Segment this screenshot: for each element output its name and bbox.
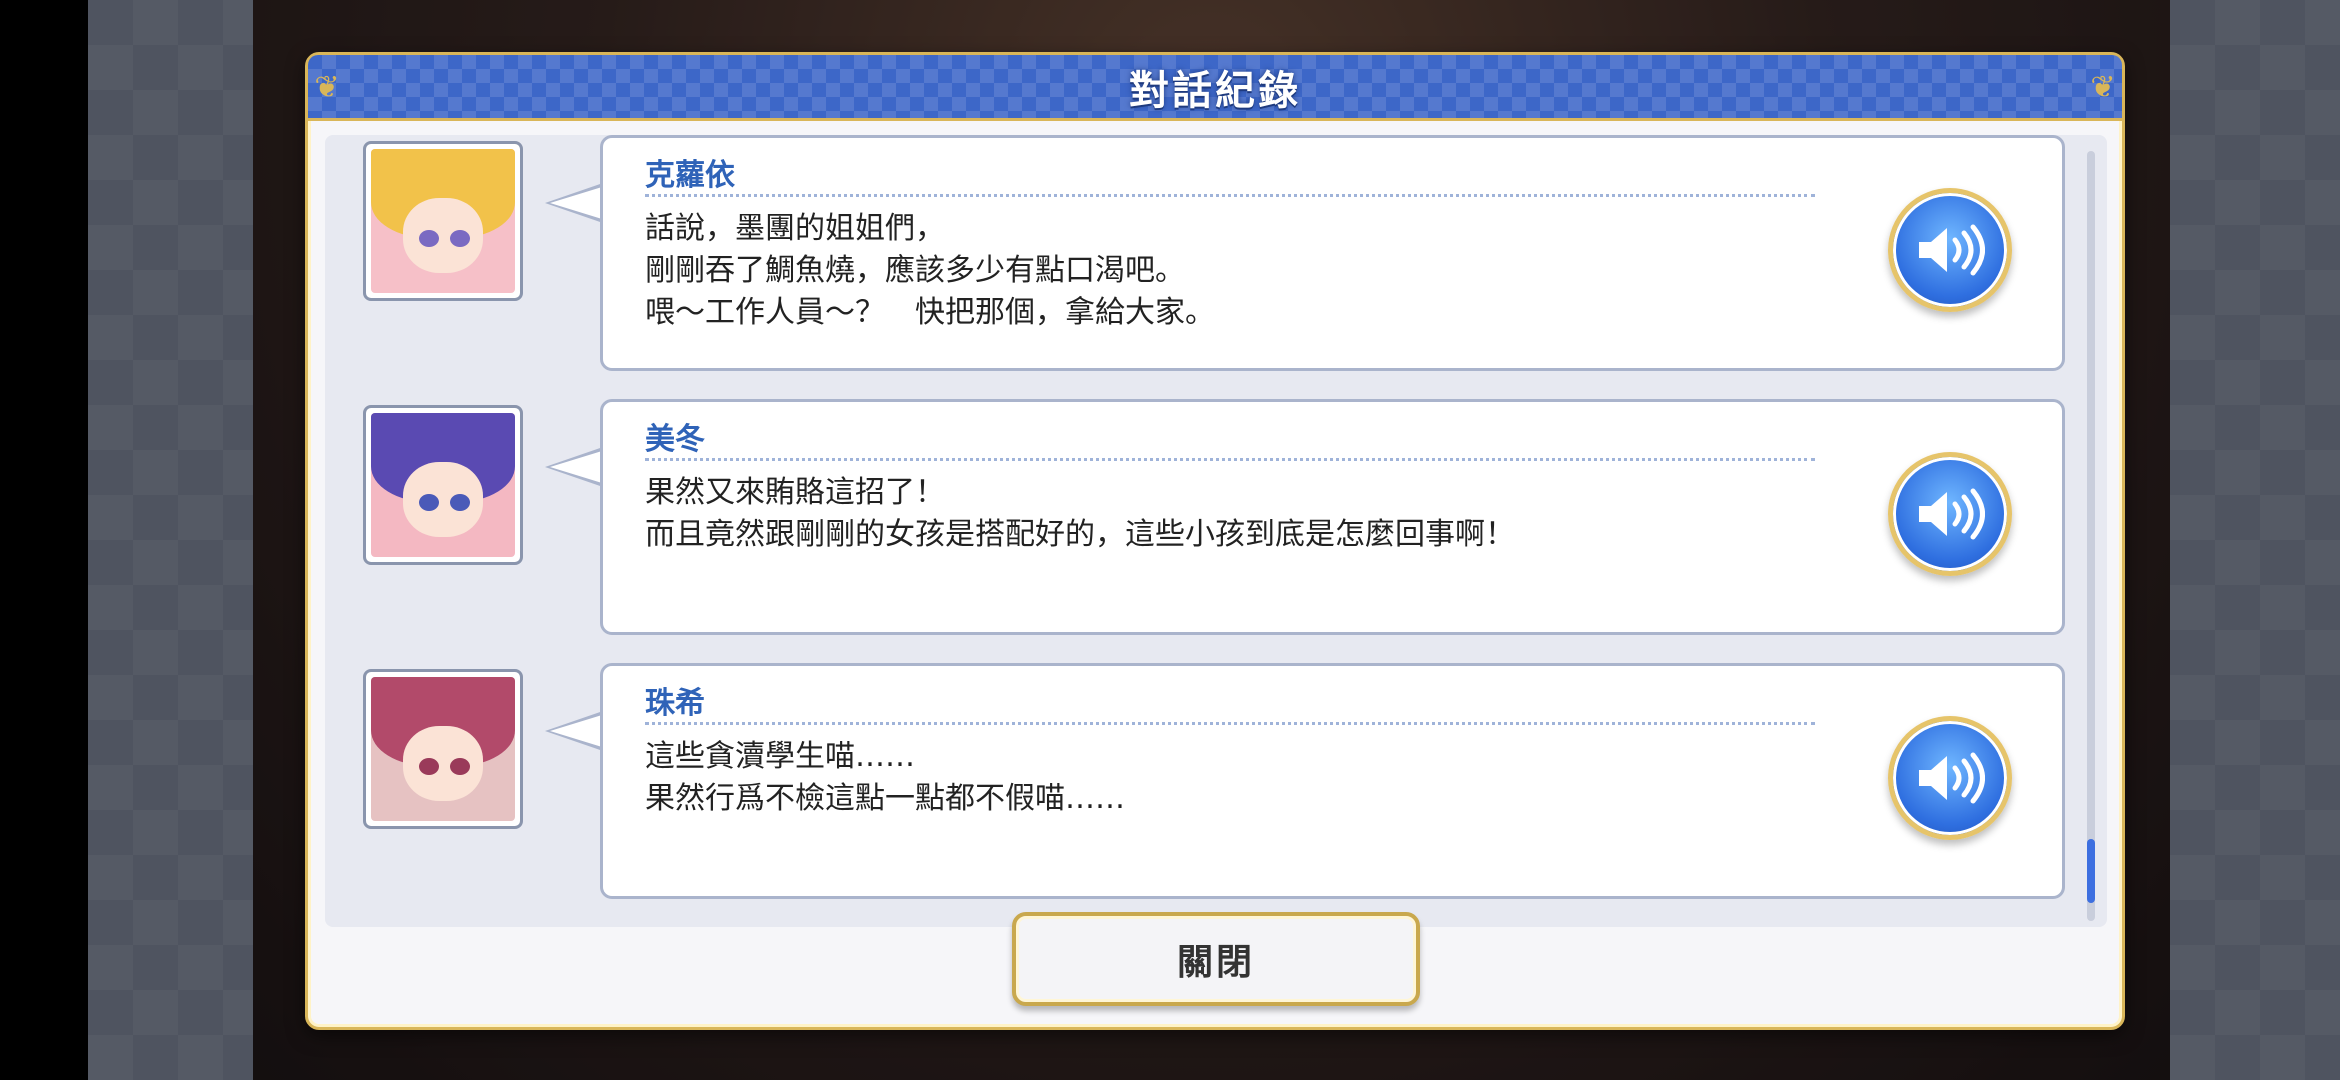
speaker-volume-icon [1919,224,1985,276]
speech-bubble-tail [545,711,603,751]
speech-bubble: 美冬 果然又來賄賂這招了！ 而且竟然跟剛剛的女孩是搭配好的，這些小孩到底是怎麼回… [600,399,2065,635]
dialogue-line: 剛剛吞了鯛魚燒，應該多少有點口渴吧。 [645,253,1185,288]
dialogue-line: 話說，墨團的姐姐們， [645,211,945,246]
dialogue-line: 這些貪瀆學生喵…… [645,739,915,774]
character-portrait-purple-hair [363,405,523,565]
speech-bubble: 克蘿依 話說，墨團的姐姐們， 剛剛吞了鯛魚燒，應該多少有點口渴吧。 喂～工作人員… [600,135,2065,371]
dialogue-log-list[interactable]: 克蘿依 話說，墨團的姐姐們， 剛剛吞了鯛魚燒，應該多少有點口渴吧。 喂～工作人員… [325,135,2107,927]
dialogue-line: 而且竟然跟剛剛的女孩是搭配好的，這些小孩到底是怎麼回事啊！ [645,517,1515,552]
corner-ornament-icon: ❦ [2090,70,2116,105]
speaker-name: 美冬 [645,422,705,457]
speaker-volume-icon [1919,752,1985,804]
speech-bubble-tail [545,447,603,487]
play-voice-button[interactable] [1888,188,2012,312]
close-button[interactable]: 關閉 [1012,912,1420,1006]
speech-bubble: 珠希 這些貪瀆學生喵…… 果然行爲不檢這點一點都不假喵…… [600,663,2065,899]
dotted-divider [645,194,1815,197]
corner-ornament-icon: ❦ [314,70,340,105]
dialogue-text: 這些貪瀆學生喵…… 果然行爲不檢這點一點都不假喵…… [645,736,1125,820]
character-portrait-pink-hair [363,669,523,829]
play-voice-button[interactable] [1888,452,2012,576]
speaker-volume-icon [1919,488,1985,540]
dialogue-entry: 克蘿依 話說，墨團的姐姐們， 剛剛吞了鯛魚燒，應該多少有點口渴吧。 喂～工作人員… [325,135,2085,373]
dialog-title: 對話紀錄 [1129,67,1301,114]
dialogue-line: 果然行爲不檢這點一點都不假喵…… [645,781,1125,816]
log-scrollbar-thumb[interactable] [2087,839,2095,903]
speaker-name: 珠希 [645,686,705,721]
dialogue-text: 果然又來賄賂這招了！ 而且竟然跟剛剛的女孩是搭配好的，這些小孩到底是怎麼回事啊！ [645,472,1515,556]
log-scrollbar[interactable] [2087,151,2095,921]
dialog-title-bar: ❦ 對話紀錄 ❦ [308,55,2122,121]
character-portrait-blonde [363,141,523,301]
dialogue-line: 喂～工作人員～？ 快把那個，拿給大家。 [645,295,1215,330]
dialogue-entry: 美冬 果然又來賄賂這招了！ 而且竟然跟剛剛的女孩是搭配好的，這些小孩到底是怎麼回… [325,399,2085,637]
dialogue-line: 果然又來賄賂這招了！ [645,475,945,510]
speaker-name: 克蘿依 [645,158,735,193]
dotted-divider [645,722,1815,725]
dotted-divider [645,458,1815,461]
dialogue-log-window: ❦ 對話紀錄 ❦ 克蘿依 話說，墨團的姐姐們， 剛剛吞了鯛魚燒，應該多少有點口渴… [305,52,2125,1030]
dialogue-entry: 珠希 這些貪瀆學生喵…… 果然行爲不檢這點一點都不假喵…… [325,663,2085,901]
play-voice-button[interactable] [1888,716,2012,840]
speech-bubble-tail [545,183,603,223]
dialogue-text: 話說，墨團的姐姐們， 剛剛吞了鯛魚燒，應該多少有點口渴吧。 喂～工作人員～？ 快… [645,208,1215,334]
